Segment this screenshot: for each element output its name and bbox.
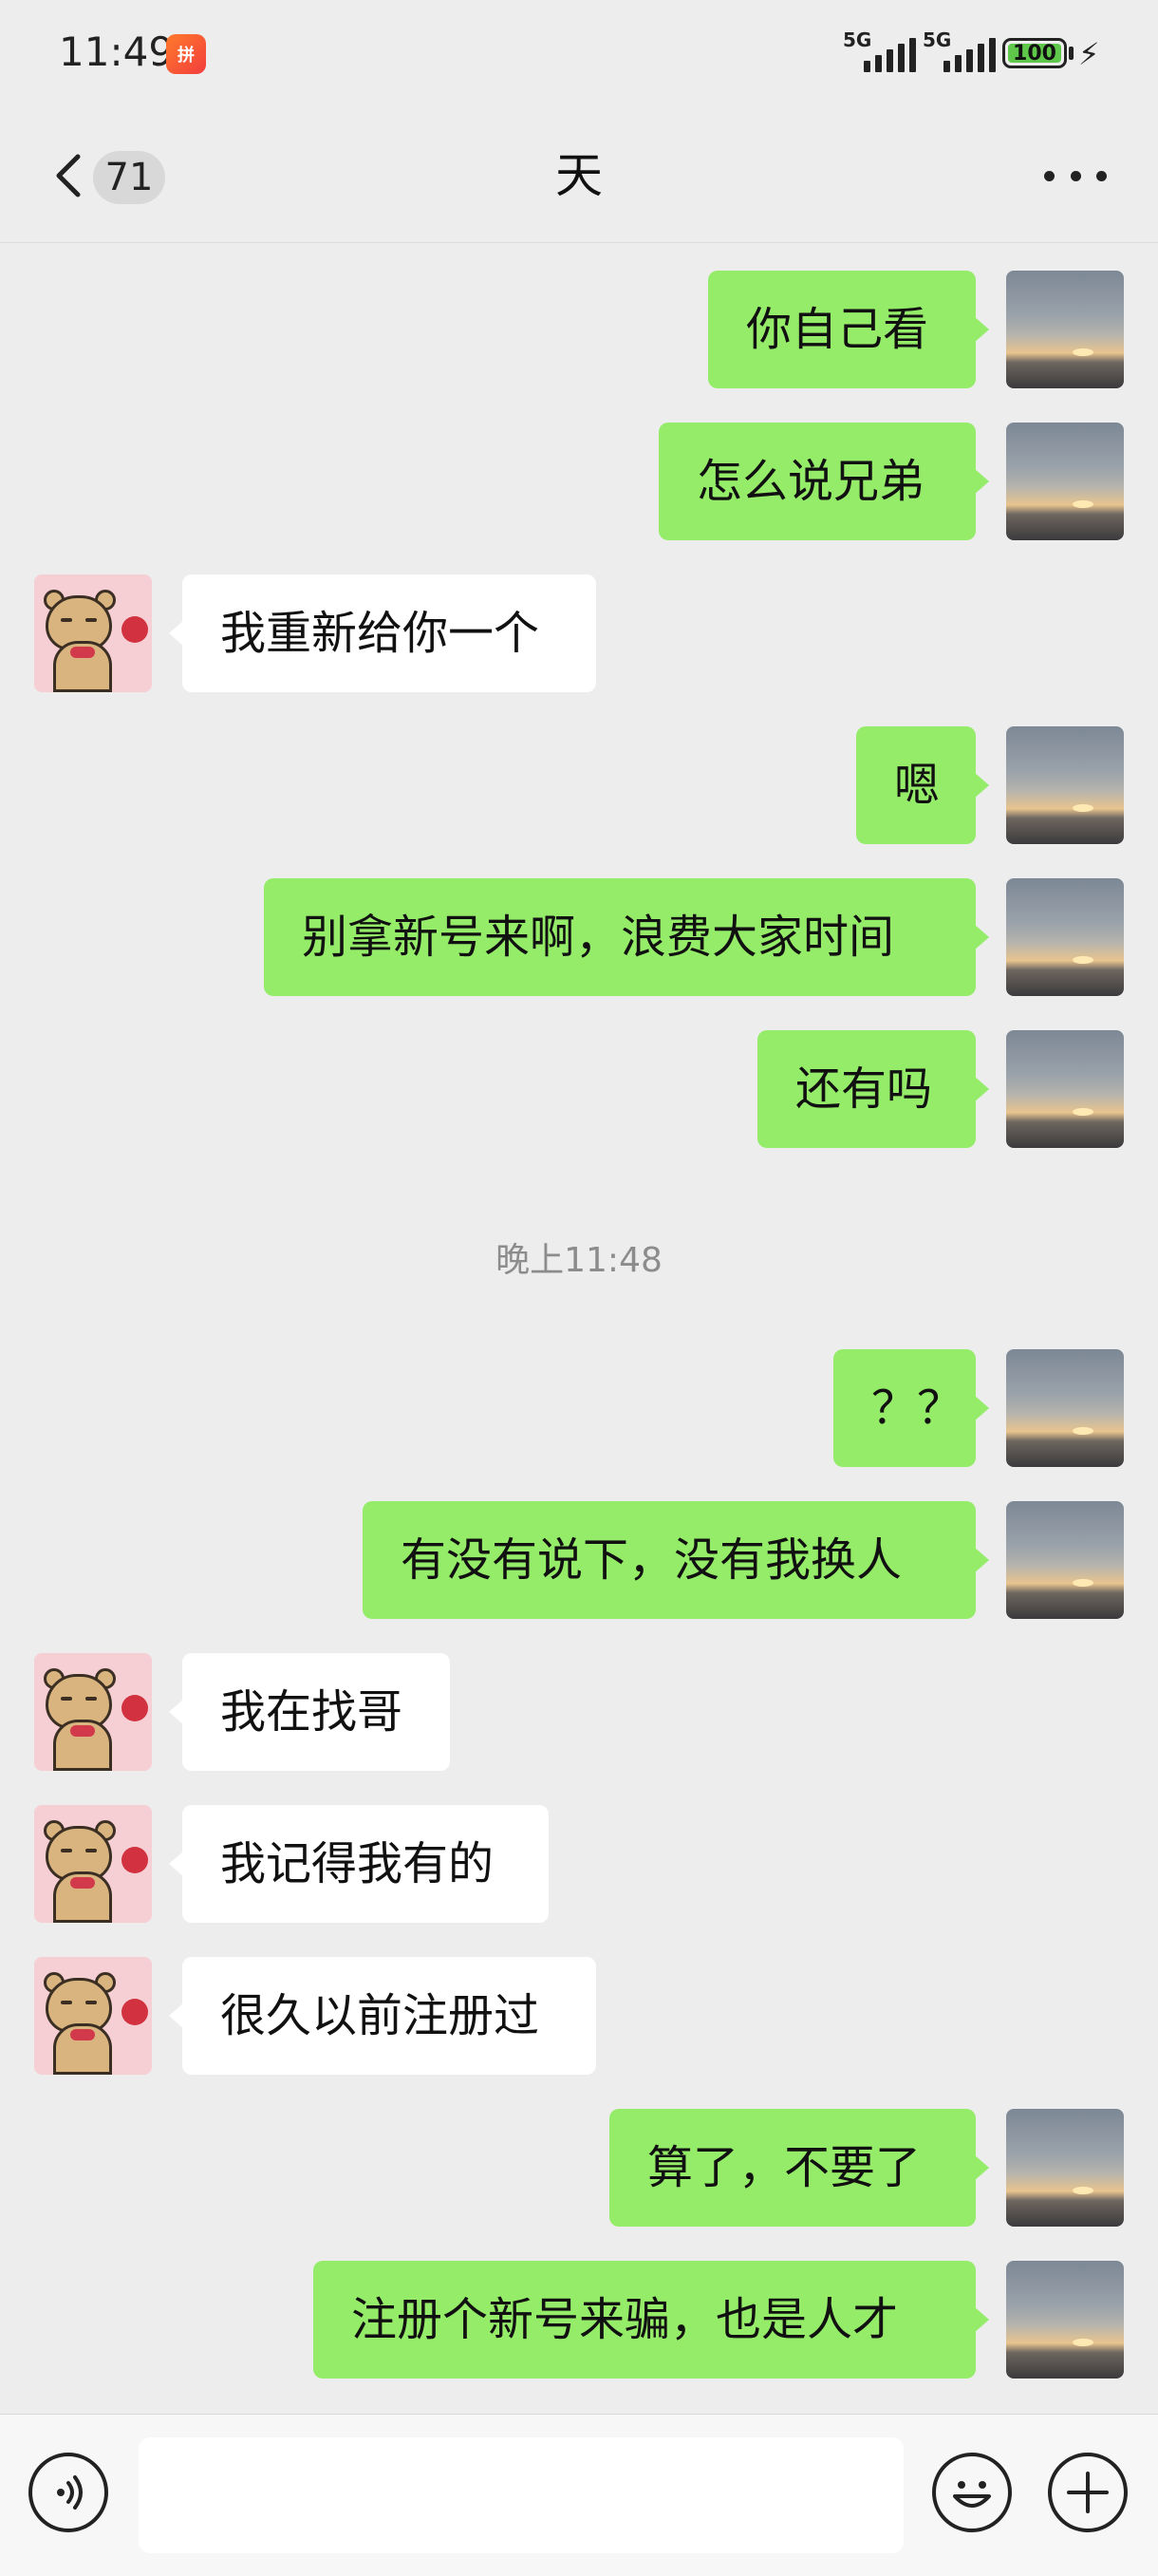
- contact-avatar[interactable]: [34, 1805, 152, 1923]
- sent-message-bubble[interactable]: 注册个新号来骗，也是人才: [313, 2261, 989, 2379]
- more-button[interactable]: [1044, 157, 1107, 195]
- received-message-bubble[interactable]: 我在找哥: [169, 1653, 450, 1771]
- sent-message-bubble[interactable]: 算了，不要了: [609, 2109, 989, 2227]
- more-dots-icon: [1044, 170, 1055, 181]
- sent-message-bubble[interactable]: 还有吗: [757, 1030, 989, 1148]
- signal-5g-icon: 5G: [843, 28, 916, 74]
- message-input[interactable]: [139, 2437, 904, 2553]
- contact-avatar[interactable]: [34, 1653, 152, 1771]
- input-bar: [0, 2414, 1158, 2576]
- voice-icon: [57, 2475, 83, 2510]
- chat-title: 天: [555, 148, 603, 203]
- sent-message-bubble[interactable]: 你自己看: [708, 271, 989, 388]
- self-avatar[interactable]: [1006, 2109, 1124, 2227]
- self-avatar[interactable]: [1006, 1030, 1124, 1148]
- battery-icon: 100: [1002, 38, 1067, 68]
- contact-avatar[interactable]: [34, 1957, 152, 2075]
- battery-tip: [1069, 47, 1074, 60]
- received-message-bubble[interactable]: 我重新给你一个: [169, 574, 596, 692]
- status-bar: 11:49 拼 5G 5G 100 ⚡: [0, 0, 1158, 109]
- self-avatar[interactable]: [1006, 1349, 1124, 1467]
- sent-message-bubble[interactable]: 怎么说兄弟: [659, 423, 989, 540]
- plus-icon: [1067, 2472, 1109, 2513]
- pinduoduo-app-icon: 拼: [166, 34, 206, 74]
- received-message-bubble[interactable]: 很久以前注册过: [169, 1957, 596, 2075]
- self-avatar[interactable]: [1006, 423, 1124, 540]
- voice-button[interactable]: [28, 2453, 108, 2532]
- received-message-bubble[interactable]: 我记得我有的: [169, 1805, 549, 1923]
- sent-message-bubble[interactable]: 嗯: [856, 726, 989, 844]
- status-time: 11:49: [59, 28, 175, 75]
- chat-header: 71 天: [0, 109, 1158, 243]
- emoji-button[interactable]: [932, 2453, 1012, 2532]
- sent-message-bubble[interactable]: 别拿新号来啊，浪费大家时间: [264, 878, 989, 996]
- signal-5g-icon: 5G: [923, 28, 996, 74]
- bolt-icon: ⚡: [1078, 36, 1100, 72]
- self-avatar[interactable]: [1006, 2261, 1124, 2379]
- emoji-icon: [953, 2481, 991, 2508]
- self-avatar[interactable]: [1006, 1501, 1124, 1619]
- sent-message-bubble[interactable]: 有没有说下，没有我换人: [363, 1501, 989, 1619]
- sent-message-bubble[interactable]: ？？: [833, 1349, 989, 1467]
- battery-level: 100: [1008, 42, 1061, 66]
- self-avatar[interactable]: [1006, 726, 1124, 844]
- self-avatar[interactable]: [1006, 271, 1124, 388]
- self-avatar[interactable]: [1006, 878, 1124, 996]
- contact-avatar[interactable]: [34, 574, 152, 692]
- timestamp: 晚上11:48: [495, 1241, 663, 1280]
- plus-button[interactable]: [1048, 2453, 1128, 2532]
